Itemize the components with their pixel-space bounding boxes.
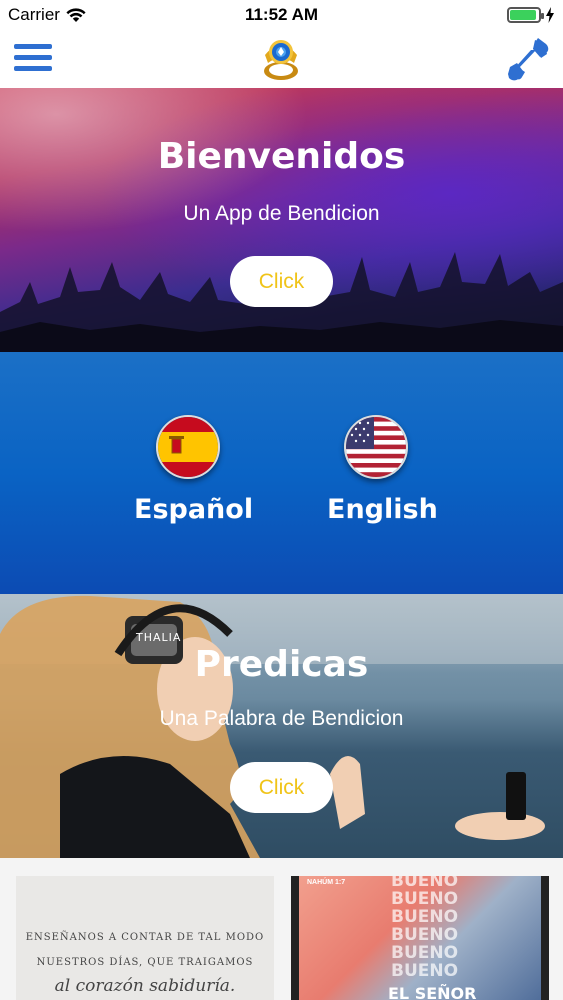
wifi-icon: [66, 7, 86, 22]
welcome-click-button[interactable]: Click: [230, 256, 333, 307]
battery-icon: [507, 7, 544, 23]
verse-line-1: ENSEÑANOS A CONTAR DE TAL MODO: [25, 932, 265, 943]
verse-caption: EL SEÑOR: [388, 984, 477, 1000]
status-bar: Carrier 11:52 AM: [0, 0, 563, 30]
charging-bolt-icon: [546, 7, 554, 23]
repeated-word: BUENO: [391, 943, 459, 963]
repeated-word: BUENO: [391, 889, 459, 909]
church-ring-logo: [264, 40, 298, 80]
spain-flag-icon[interactable]: [156, 415, 220, 479]
repeated-word: BUENO: [391, 876, 459, 891]
repeated-word: BUENO: [391, 961, 459, 981]
verse-reference: NAHÚM 1:7: [307, 879, 346, 886]
content-thumbnails: ENSEÑANOS A CONTAR DE TAL MODO NUESTROS …: [0, 858, 563, 1000]
repeated-word: BUENO: [391, 907, 459, 927]
verse-line-3: al corazón sabiduría.: [54, 976, 236, 996]
carrier-label: Carrier: [8, 5, 60, 24]
welcome-subtitle: Un App de Bendicion: [183, 202, 380, 225]
predicas-banner: THALIA Predicas Una Palabra de Bendicion…: [0, 594, 563, 858]
predicas-title: Predicas: [194, 644, 369, 685]
headphones-brand-label: THALIA: [136, 631, 182, 644]
predicas-click-button[interactable]: Click: [230, 762, 333, 813]
predicas-subtitle: Una Palabra de Bendicion: [159, 707, 404, 730]
phone-icon[interactable]: [505, 36, 551, 82]
welcome-title: Bienvenidos: [157, 136, 406, 177]
hamburger-menu-icon[interactable]: [14, 42, 52, 72]
spanish-language-label[interactable]: Español: [134, 494, 253, 525]
navigation-bar: [0, 30, 563, 88]
verse-line-2: NUESTROS DÍAS, QUE TRAIGAMOS: [36, 957, 254, 968]
repeated-word: BUENO: [391, 925, 459, 945]
language-selector: Español English: [0, 352, 563, 594]
welcome-banner: Bienvenidos Un App de Bendicion Click: [0, 88, 563, 352]
nahum-verse-thumbnail[interactable]: NAHÚM 1:7 BUENO BUENO BUENO BUENO BUENO …: [291, 876, 549, 1000]
usa-flag-icon[interactable]: [344, 415, 408, 479]
english-language-label[interactable]: English: [327, 494, 438, 525]
verse-card-thumbnail[interactable]: ENSEÑANOS A CONTAR DE TAL MODO NUESTROS …: [16, 876, 274, 1000]
